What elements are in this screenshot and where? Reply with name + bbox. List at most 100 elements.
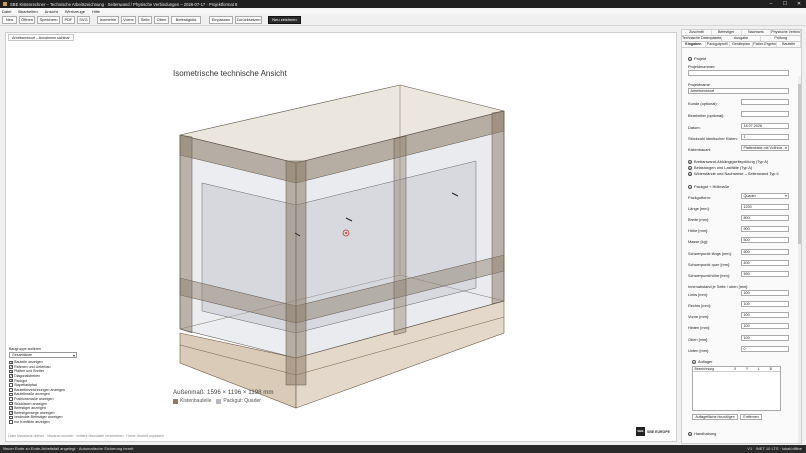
section-project[interactable]: – Projekt [688,56,706,61]
app-icon [3,2,7,6]
mass-input[interactable]: 500 [741,237,789,243]
checkbox-icon[interactable] [9,397,13,401]
reset-view-button[interactable]: Zurücksetzen [235,16,262,24]
crate-type-select[interactable]: Plattenkiste mit Vollholz… [741,145,789,151]
side-view-button[interactable]: Seite [138,16,152,24]
pdf-button[interactable]: PDF [62,16,75,24]
checkbox-icon[interactable]: ✓ [9,378,13,383]
checkbox-icon[interactable] [9,388,13,392]
scrollbar-thumb[interactable] [798,84,801,244]
isometric-crate-drawing[interactable] [6,33,678,443]
section-packgut[interactable]: – Packgut + Hüllmaße [688,184,729,189]
project-number-input[interactable] [688,70,789,76]
outer-dimensions: Außenmaß: 1596 × 1196 × 1198 mm [173,389,274,396]
project-name-input[interactable]: Arbeitsentwurf [688,88,789,94]
checkbox-icon[interactable] [9,420,13,424]
date-input[interactable]: 18.07.2026 [741,123,789,129]
checkbox-icon[interactable]: ✓ [9,369,13,374]
tab-packgut-profile[interactable]: Packgutprofil [706,42,730,47]
crate-type-label: Kistenbauart: [688,147,711,152]
tab-check[interactable]: Prüfung [761,36,801,41]
section-supports[interactable]: – Auflager [692,359,713,364]
remove-support-button[interactable]: Entfernen [740,414,762,420]
tab-inputs[interactable]: Eingaben [682,42,706,47]
save-button[interactable]: Speichern [37,16,60,24]
menu-file[interactable]: Datei [2,9,11,14]
component-toggle-label: Stücklisten anzeigen [14,401,48,406]
tab-physical-connections[interactable]: Physische Verbindungen [771,30,801,35]
tab-fasteners[interactable]: Befestiger [712,30,742,35]
length-input[interactable]: 1200 [741,204,789,210]
center-post-side [393,135,407,336]
component-toggle-label: Bauteilmaße anzeigen [14,392,50,397]
cg-height-input[interactable]: 450 [741,271,789,277]
checkbox-icon[interactable] [9,392,13,397]
tab-proof[interactable]: Nachweis [742,30,772,35]
customer-input[interactable] [741,99,789,105]
isometric-view-button[interactable]: Isometrie [97,16,119,24]
maximize-button[interactable]: ☐ [778,0,792,8]
back-clearance-label: Hinten [mm]: [688,325,711,330]
count-input[interactable]: 1 [741,134,789,140]
checkbox-icon[interactable]: ✓ [9,374,13,378]
top-clearance-input[interactable]: 100 [741,335,789,341]
menu-view[interactable]: Ansicht [45,9,58,14]
packgut-form-select[interactable]: Quader [741,193,789,199]
top-view-button[interactable]: Oben [154,16,169,24]
viewport-tab[interactable]: Arbeitsentwurf – Annahmen sichtbar [8,34,74,41]
cg-longitudinal-input[interactable]: 600 [741,249,789,255]
section-handling[interactable]: + Handhabung [688,431,716,436]
checkbox-icon[interactable]: ✓ [9,360,13,365]
height-input[interactable]: 900 [741,226,789,232]
checkbox-icon[interactable] [9,415,13,420]
editor-input[interactable] [741,111,789,117]
width-input[interactable]: 800 [741,215,789,221]
menu-edit[interactable]: Bearbeiten [18,9,37,14]
tab-data-packages[interactable]: Technische Datenpakete [682,36,722,41]
menu-help[interactable]: Hilfe [92,9,100,14]
checkbox-icon[interactable]: ✓ [9,365,13,369]
section-resistances[interactable]: + Widerstände und Nachweise – Seitenwand … [688,171,779,176]
right-clearance-input[interactable]: 100 [741,301,789,307]
menu-tools[interactable]: Werkzeuge [65,9,85,14]
drawing-viewport[interactable]: Arbeitsentwurf – Annahmen sichtbar Isome… [5,32,677,442]
panel-scrollbar[interactable] [798,76,801,443]
length-label: Länge [mm]: [688,206,710,211]
component-toggle-label: Befestiger anzeigen [14,406,46,411]
front-clearance-input[interactable]: 100 [741,312,789,318]
checkbox-icon[interactable] [9,401,13,406]
back-clearance-input[interactable]: 100 [741,323,789,329]
supports-table[interactable]: Bezeichnung X Y L B [692,366,781,411]
legend-swatch-crate [173,398,178,404]
add-support-button[interactable]: Auflagefläche hinzufügen [692,414,738,420]
expand-icon: + [688,171,692,176]
front-view-button[interactable]: Vorne [121,16,136,24]
left-clearance-input[interactable]: 100 [741,290,789,296]
checkbox-icon[interactable] [9,383,13,388]
checkbox-icon[interactable]: ✓ [9,406,13,411]
tab-device-plan[interactable]: Geräteplan [730,42,754,47]
close-button[interactable]: ✕ [792,0,806,8]
new-button[interactable]: Neu [2,16,17,24]
checkbox-icon[interactable]: ✓ [9,411,13,415]
redraw-button[interactable]: Neu zeichnen [268,16,301,24]
component-group-select[interactable]: Gesamtkiste [9,352,77,358]
drawing-legend: Kistenbauteile Packgut: Quader [173,398,261,404]
component-group-panel: Baugruppe isolieren Gesamtkiste ✓Bauteil… [9,347,77,441]
section-loads[interactable]: + Belastungen und Lastfälle (Typ A) [688,165,752,170]
cg-transverse-input[interactable]: 400 [741,260,789,266]
svg-button[interactable]: SVG [77,16,90,24]
component-toggle[interactable]: nur Konflikte anzeigen [9,420,77,425]
tab-output[interactable]: Ausgabe [722,36,762,41]
open-button[interactable]: Öffnen [19,16,35,24]
tab-cut[interactable]: Zuschnitt [682,30,712,35]
render-button[interactable]: Befestigbild [171,16,201,24]
fit-view-button[interactable]: Einpassen [209,16,233,24]
tab-fixtier-result[interactable]: Fixtier-Ergebnis [753,42,778,47]
corner-post-front [285,160,307,386]
minimize-button[interactable]: – [764,0,778,8]
tab-parts[interactable]: Bauteile [777,42,801,47]
bottom-clearance-input[interactable]: 0 [741,346,789,352]
section-dependency-check[interactable]: + Brettanwand-Abhängigkeitsprüfung (Typ A… [688,159,768,164]
collapse-icon: – [692,359,696,364]
